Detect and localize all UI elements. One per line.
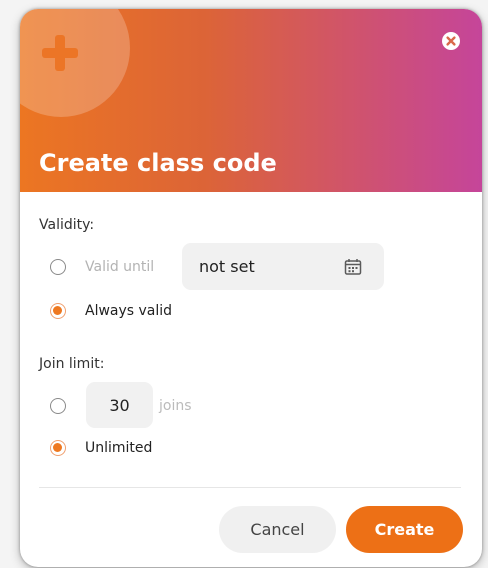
create-class-code-dialog: Create class code Validity: Valid until …	[20, 9, 482, 567]
calendar-icon[interactable]	[344, 258, 362, 276]
create-button[interactable]: Create	[346, 506, 463, 553]
plus-icon	[42, 35, 78, 71]
dialog-title: Create class code	[39, 149, 277, 177]
dialog-header: Create class code	[20, 9, 482, 192]
cancel-button[interactable]: Cancel	[219, 506, 336, 553]
valid-until-label: Valid until	[85, 259, 155, 275]
always-valid-label[interactable]: Always valid	[85, 303, 172, 319]
validity-label: Validity:	[39, 217, 95, 233]
date-value: not set	[199, 257, 255, 276]
join-limit-label: Join limit:	[39, 356, 105, 372]
unlimited-label[interactable]: Unlimited	[85, 440, 152, 456]
valid-until-radio[interactable]	[50, 259, 66, 275]
unlimited-radio[interactable]	[50, 440, 66, 456]
join-count-input[interactable]	[86, 382, 153, 428]
footer-divider	[39, 487, 461, 488]
close-icon[interactable]	[442, 32, 460, 50]
valid-until-date-field[interactable]: not set	[182, 243, 384, 290]
always-valid-radio[interactable]	[50, 303, 66, 319]
join-count-radio[interactable]	[50, 398, 66, 414]
joins-unit-label: joins	[159, 398, 192, 414]
